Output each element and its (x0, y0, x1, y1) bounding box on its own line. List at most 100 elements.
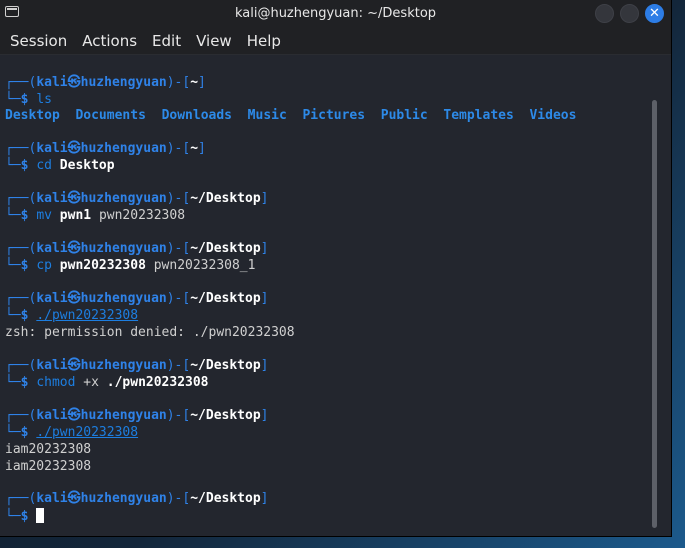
command-line: └─$ (5, 508, 45, 525)
prompt-frame: ] (260, 241, 269, 256)
title-bar[interactable]: kali@huzhengyuan: ~/Desktop ✕ (0, 0, 671, 28)
menu-actions[interactable]: Actions (82, 32, 137, 50)
command-name: cd (36, 158, 52, 173)
prompt-host: huzhengyuan (80, 491, 167, 506)
prompt-frame: ┌──( (5, 291, 37, 306)
prompt-user: kali (36, 191, 68, 206)
command-line: └─$ ./pwn20232308 (5, 308, 138, 324)
command-name: mv (36, 208, 52, 223)
prompt-frame: )-[ (166, 291, 191, 306)
prompt-frame: ┌──( (5, 241, 37, 256)
prompt-frame: ┌──( (5, 75, 37, 90)
command-name: ls (36, 92, 52, 107)
ls-output: Desktop Documents Downloads Music Pictur… (5, 108, 576, 124)
prompt-line: ┌──(kali㉿huzhengyuan)-[~/Desktop] (5, 408, 269, 424)
directory-entry: Pictures (302, 108, 366, 123)
error-output: zsh: permission denied: ./pwn20232308 (5, 325, 295, 341)
prompt-dollar: $ (20, 375, 37, 390)
prompt-frame: )-[ (166, 241, 191, 256)
directory-entry: Public (380, 108, 428, 123)
prompt-directory: ~/Desktop (190, 491, 261, 506)
command-name: ./pwn20232308 (36, 425, 139, 440)
prompt-host: huzhengyuan (80, 241, 167, 256)
prompt-line: ┌──(kali㉿huzhengyuan)-[~/Desktop] (5, 358, 269, 374)
prompt-line: ┌──(kali㉿huzhengyuan)-[~/Desktop] (5, 291, 269, 307)
terminal-window: kali@huzhengyuan: ~/Desktop ✕ Session Ac… (0, 0, 671, 536)
prompt-at-symbol: ㉿ (67, 241, 81, 256)
command-argument: Desktop (59, 158, 115, 173)
prompt-dollar: $ (20, 425, 37, 440)
directory-entry: Videos (529, 108, 577, 123)
prompt-directory: ~ (190, 141, 199, 156)
prompt-frame: ┌──( (5, 141, 37, 156)
prompt-frame: )-[ (166, 75, 191, 90)
error-message: zsh: permission denied: ./pwn20232308 (5, 325, 295, 340)
directory-entry: Music (247, 108, 287, 123)
prompt-frame: )-[ (166, 408, 191, 423)
prompt-directory: ~ (190, 75, 199, 90)
command-name: chmod (36, 375, 76, 390)
prompt-frame: ┌──( (5, 191, 37, 206)
prompt-frame: └─ (5, 308, 21, 323)
prompt-at-symbol: ㉿ (67, 358, 81, 373)
prompt-frame: )-[ (166, 358, 191, 373)
command-argument: +x (83, 375, 99, 390)
command-line: └─$ cd Desktop (5, 158, 115, 174)
menu-help[interactable]: Help (247, 32, 281, 50)
prompt-frame: ] (198, 141, 206, 156)
vertical-scrollbar[interactable] (652, 100, 657, 528)
prompt-dollar: $ (20, 258, 37, 273)
maximize-button[interactable] (620, 4, 639, 23)
prompt-frame: └─ (5, 92, 21, 107)
command-argument: pwn20232308 (98, 208, 186, 223)
prompt-dollar: $ (20, 158, 37, 173)
menu-session[interactable]: Session (10, 32, 67, 50)
prompt-user: kali (36, 75, 68, 90)
prompt-directory: ~/Desktop (190, 358, 261, 373)
prompt-host: huzhengyuan (80, 291, 167, 306)
menu-edit[interactable]: Edit (152, 32, 181, 50)
minimize-button[interactable] (595, 4, 614, 23)
menu-view[interactable]: View (196, 32, 232, 50)
prompt-host: huzhengyuan (80, 141, 167, 156)
program-output: iam20232308 (5, 442, 91, 458)
prompt-line: ┌──(kali㉿huzhengyuan)-[~/Desktop] (5, 241, 269, 257)
prompt-line: ┌──(kali㉿huzhengyuan)-[~/Desktop] (5, 491, 269, 507)
program-output-text: iam20232308 (5, 459, 92, 474)
prompt-host: huzhengyuan (80, 408, 167, 423)
prompt-line: ┌──(kali㉿huzhengyuan)-[~/Desktop] (5, 191, 269, 207)
command-name: cp (36, 258, 52, 273)
prompt-frame: ┌──( (5, 408, 37, 423)
command-line: └─$ mv pwn1 pwn20232308 (5, 208, 185, 224)
command-line: └─$ cp pwn20232308 pwn20232308_1 (5, 258, 255, 274)
close-button[interactable]: ✕ (645, 4, 664, 23)
prompt-at-symbol: ㉿ (67, 408, 81, 423)
prompt-directory: ~/Desktop (190, 291, 261, 306)
window-title: kali@huzhengyuan: ~/Desktop (234, 6, 437, 21)
prompt-frame: └─ (5, 158, 21, 173)
prompt-frame: └─ (5, 425, 21, 440)
prompt-at-symbol: ㉿ (67, 491, 81, 506)
prompt-user: kali (36, 408, 68, 423)
terminal-output[interactable]: ┌──(kali㉿huzhengyuan)-[~] └─$ ls ┌──(kali㉿… (0, 55, 662, 536)
program-output-text: iam20232308 (5, 442, 92, 457)
prompt-directory: ~/Desktop (190, 241, 261, 256)
directory-entry: Documents (75, 108, 146, 123)
prompt-line: ┌──(kali㉿huzhengyuan)-[~] (5, 75, 206, 91)
prompt-dollar: $ (20, 92, 37, 107)
prompt-at-symbol: ㉿ (67, 291, 81, 306)
prompt-frame: └─ (5, 208, 21, 223)
prompt-frame: )-[ (166, 191, 191, 206)
prompt-line: ┌──(kali㉿huzhengyuan)-[~] (5, 141, 206, 157)
prompt-user: kali (36, 141, 68, 156)
prompt-dollar: $ (20, 308, 37, 323)
command-argument: pwn1 (59, 208, 92, 223)
prompt-frame: ] (260, 408, 269, 423)
program-output: iam20232308 (5, 459, 91, 475)
prompt-frame: ┌──( (5, 491, 37, 506)
prompt-user: kali (36, 291, 68, 306)
command-argument: pwn20232308 (59, 258, 146, 273)
prompt-at-symbol: ㉿ (67, 191, 81, 206)
command-line: └─$ chmod +x ./pwn20232308 (5, 375, 209, 391)
menu-bar: Session Actions Edit View Help (0, 28, 671, 55)
